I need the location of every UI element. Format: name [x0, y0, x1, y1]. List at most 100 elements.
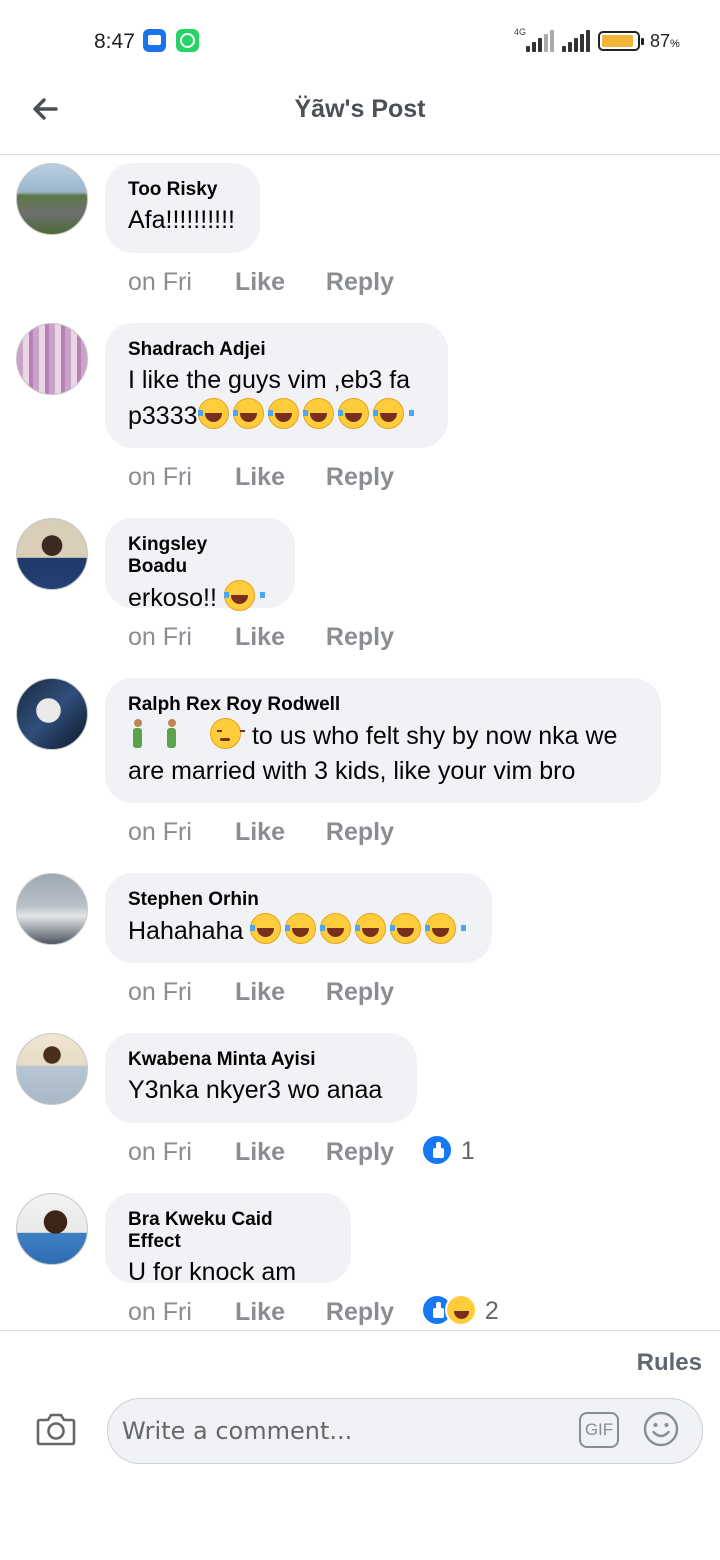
comment-bubble[interactable]: Too Risky Afa!!!!!!!!!!	[105, 163, 260, 253]
comment-author[interactable]: Too Risky	[128, 179, 236, 201]
reply-button[interactable]: Reply	[326, 622, 414, 652]
reaction-count: 2	[484, 1297, 499, 1325]
comment-author[interactable]: Ralph Rex Roy Rodwell	[128, 694, 637, 716]
laughing-emoji-icon	[250, 913, 292, 944]
laughing-emoji-icon	[197, 398, 239, 429]
status-bar: 8:47 4G 87%	[0, 0, 720, 80]
laughing-emoji-icon	[223, 580, 265, 611]
reply-button[interactable]: Reply	[326, 977, 414, 1007]
comment-composer-bar: Rules GIF	[0, 1330, 720, 1560]
comment-author[interactable]: Shadrach Adjei	[128, 339, 424, 361]
comment-bubble[interactable]: Bra Kweku Caid Effect U for knock am	[105, 1193, 351, 1286]
comment-bubble[interactable]: Shadrach Adjei I like the guys vim ,eb3 …	[105, 323, 448, 448]
battery-level: 87%	[650, 31, 680, 51]
comment-actions: on Fri Like Reply	[128, 267, 414, 297]
avatar[interactable]	[16, 518, 88, 590]
laughing-emoji-icon	[302, 398, 344, 429]
laughing-emoji-icon	[390, 913, 432, 944]
comment-list[interactable]: Too Risky Afa!!!!!!!!!! on Fri Like Repl…	[0, 155, 720, 1330]
comment-time[interactable]: on Fri	[128, 977, 228, 1007]
sleepy-emoji-icon	[210, 718, 245, 749]
laughing-emoji-icon	[372, 398, 414, 429]
laughing-emoji-icon	[267, 398, 309, 429]
reaction-summary[interactable]: 1	[420, 1134, 475, 1168]
like-button[interactable]: Like	[235, 977, 319, 1007]
comment-bubble[interactable]: Ralph Rex Roy Rodwell to us who felt shy…	[105, 678, 661, 803]
reply-button[interactable]: Reply	[326, 1297, 414, 1327]
signal-icon	[524, 30, 554, 52]
comment-text: to us who felt shy by now nka we	[251, 722, 618, 750]
smiley-icon	[643, 1411, 679, 1447]
comment-text: Y3nka nkyer3 wo anaa	[128, 1076, 383, 1104]
comment-text: are married with 3 kids, like your vim b…	[128, 757, 576, 785]
post-header: Ÿãw's Post	[0, 80, 720, 155]
comment-time[interactable]: on Fri	[128, 462, 228, 492]
comment-time[interactable]: on Fri	[128, 817, 228, 847]
signal-icon	[560, 30, 590, 52]
sticker-button[interactable]	[642, 1410, 680, 1448]
reply-button[interactable]: Reply	[326, 1137, 414, 1167]
reaction-count: 1	[460, 1137, 475, 1165]
page-title: Ÿãw's Post	[294, 95, 426, 123]
comment-bubble[interactable]: Kingsley Boadu erkoso!!	[105, 518, 295, 612]
comment-time[interactable]: on Fri	[128, 1137, 228, 1167]
status-time: 8:47	[94, 30, 135, 53]
comment-text: Hahahaha	[128, 917, 244, 945]
avatar[interactable]	[16, 1193, 88, 1265]
like-button[interactable]: Like	[235, 1137, 319, 1167]
reply-button[interactable]: Reply	[326, 267, 414, 297]
avatar[interactable]	[16, 323, 88, 395]
comment-time[interactable]: on Fri	[128, 267, 228, 297]
comment-actions: on Fri Like Reply	[128, 622, 414, 652]
comment-author[interactable]: Kingsley Boadu	[128, 534, 271, 578]
comment-author[interactable]: Bra Kweku Caid Effect	[128, 1209, 327, 1253]
laughing-emoji-icon	[285, 913, 327, 944]
comment-actions: on Fri Like Reply 2	[128, 1294, 499, 1328]
whatsapp-icon	[176, 29, 199, 52]
like-reaction-icon	[420, 1134, 453, 1166]
gif-button[interactable]: GIF	[579, 1412, 619, 1448]
laughing-emoji-icon	[232, 398, 274, 429]
person-walking-icon	[162, 719, 182, 749]
comment-text: Afa!!!!!!!!!!	[128, 206, 235, 234]
like-button[interactable]: Like	[235, 622, 319, 652]
comment-text: I like the guys vim ,eb3 fa	[128, 366, 411, 394]
comment-actions: on Fri Like Reply	[128, 817, 414, 847]
rules-link[interactable]: Rules	[637, 1349, 702, 1377]
messages-app-icon	[143, 29, 166, 52]
reaction-summary[interactable]: 2	[420, 1294, 499, 1328]
camera-icon	[36, 1413, 76, 1446]
reply-button[interactable]: Reply	[326, 817, 414, 847]
like-button[interactable]: Like	[235, 817, 319, 847]
avatar[interactable]	[16, 1033, 88, 1105]
like-button[interactable]: Like	[235, 1297, 319, 1327]
comment-actions: on Fri Like Reply	[128, 462, 414, 492]
comment-author[interactable]: Kwabena Minta Ayisi	[128, 1049, 393, 1071]
laughing-emoji-icon	[320, 913, 362, 944]
laughing-emoji-icon	[337, 398, 379, 429]
avatar[interactable]	[16, 873, 88, 945]
comment-author[interactable]: Stephen Orhin	[128, 889, 468, 911]
laughing-emoji-icon	[425, 913, 467, 944]
reply-button[interactable]: Reply	[326, 462, 414, 492]
person-walking-icon	[128, 719, 148, 749]
comment-actions: on Fri Like Reply 1	[128, 1134, 475, 1168]
comment-text: erkoso!!	[128, 584, 217, 612]
comment-input[interactable]	[122, 1409, 562, 1453]
comment-text: U for knock am	[128, 1258, 297, 1286]
avatar[interactable]	[16, 163, 88, 235]
avatar[interactable]	[16, 678, 88, 750]
haha-reaction-icon	[444, 1294, 477, 1326]
comment-text: p3333	[128, 402, 198, 430]
like-button[interactable]: Like	[235, 267, 319, 297]
battery-icon	[598, 31, 644, 51]
comment-bubble[interactable]: Stephen Orhin Hahahaha	[105, 873, 492, 963]
comment-time[interactable]: on Fri	[128, 622, 228, 652]
laughing-emoji-icon	[355, 913, 397, 944]
camera-button[interactable]	[36, 1412, 76, 1446]
comment-bubble[interactable]: Kwabena Minta Ayisi Y3nka nkyer3 wo anaa	[105, 1033, 417, 1123]
comment-input-container[interactable]: GIF	[107, 1398, 703, 1464]
like-button[interactable]: Like	[235, 462, 319, 492]
comment-time[interactable]: on Fri	[128, 1297, 228, 1327]
comment-actions: on Fri Like Reply	[128, 977, 414, 1007]
